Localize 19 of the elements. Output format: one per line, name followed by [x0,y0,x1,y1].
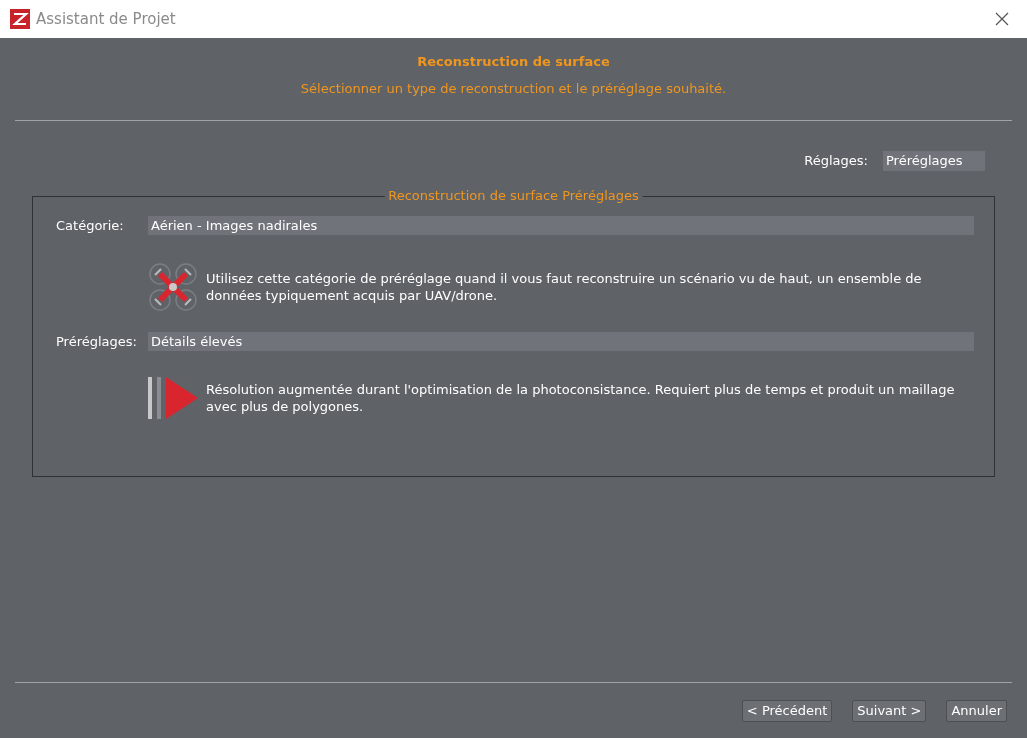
app-logo-icon [10,9,30,29]
preset-dropdown[interactable]: Détails élevés [148,331,974,351]
nav-button[interactable]: < Précédent [741,700,833,722]
close-icon [995,12,1009,26]
nav-button[interactable]: Annuler [946,700,1007,722]
field-label: Catégorie: [56,217,125,235]
preset-dropdown[interactable]: Aérien - Images nadirales [148,216,974,236]
description-text: Résolution augmentée durant l'optimisation de la photoconsistance. Requiert plus de temps et produit un maillage avec plus de polygones. [206,381,956,415]
window-title: Assistant de Projet [36,8,176,30]
description-text: Utilisez cette catégorie de préréglage quand il vous faut reconstruire un scénario vu de haut, un ensemble de données typiquement acquis par UAV/drone. [206,269,923,304]
nav-button[interactable]: Suivant > [852,700,927,722]
field-label: Préréglages: [56,332,138,351]
drone-icon [148,261,198,312]
settings-dropdown[interactable]: Préréglages [883,151,985,171]
quality-level-icon [148,377,198,419]
page-subtitle: Sélectionner un type de reconstruction et le préréglage souhaité. [300,79,727,98]
settings-label: Réglages: [804,152,868,171]
group-title: Reconstruction de surface Préréglages [384,188,643,204]
page-title: Reconstruction de surface [417,53,610,71]
